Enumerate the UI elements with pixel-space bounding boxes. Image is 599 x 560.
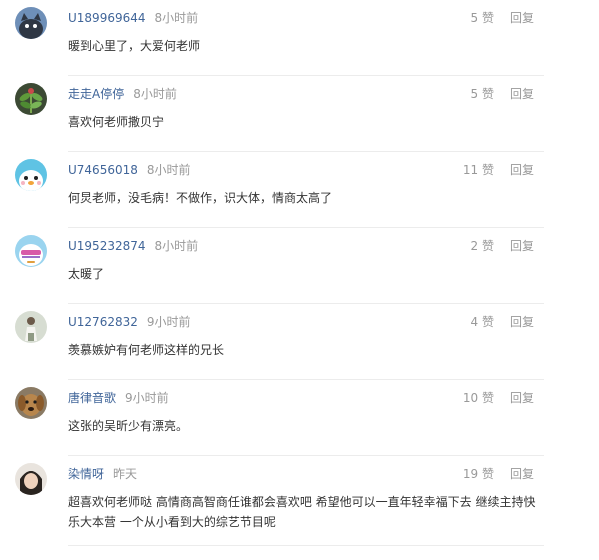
- comment-item: U12762832 9小时前 4 赞 回复 羡慕嫉妒有何老师这样的兄长: [0, 304, 599, 380]
- reply-button[interactable]: 回复: [510, 10, 534, 26]
- like-button[interactable]: 19 赞: [463, 466, 494, 482]
- like-button[interactable]: 5 赞: [471, 86, 494, 102]
- comment-meta: 唐律音歌 9小时前: [68, 390, 169, 406]
- like-button[interactable]: 11 赞: [463, 162, 494, 178]
- like-button[interactable]: 5 赞: [471, 10, 494, 26]
- girl-photo-avatar-icon[interactable]: [15, 463, 47, 495]
- comment-text: 羡慕嫉妒有何老师这样的兄长: [68, 343, 225, 357]
- comment-text: 喜欢何老师撒贝宁: [68, 115, 165, 129]
- comment-text: 太暖了: [68, 267, 105, 281]
- comment-time: 9小时前: [146, 315, 191, 329]
- like-button[interactable]: 10 赞: [463, 390, 494, 406]
- username-link[interactable]: U189969644: [68, 11, 146, 25]
- cat-avatar-icon[interactable]: [15, 7, 47, 39]
- comment-time: 昨天: [113, 467, 138, 481]
- username-link[interactable]: U12762832: [68, 315, 138, 329]
- comment-time: 8小时前: [133, 87, 177, 101]
- comment-text: 超喜欢何老师哒 高情商高智商任谁都会喜欢吧 希望他可以一直年轻幸福下去 继续主持…: [68, 495, 536, 529]
- comment-item: 走走A停停 8小时前 5 赞 回复 喜欢何老师撒贝宁: [0, 76, 599, 152]
- plant-photo-avatar-icon[interactable]: [15, 83, 47, 115]
- reply-button[interactable]: 回复: [510, 162, 534, 178]
- comment-meta: U12762832 9小时前: [68, 314, 191, 330]
- comment-item: U189969644 8小时前 5 赞 回复 暖到心里了，大爱何老师: [0, 0, 599, 76]
- comment-time: 8小时前: [146, 163, 191, 177]
- like-button[interactable]: 4 赞: [471, 314, 494, 330]
- comment-item: 唐律音歌 9小时前 10 赞 回复 这张的吴昕少有漂亮。: [0, 380, 599, 456]
- comment-meta: U195232874 8小时前: [68, 238, 198, 254]
- comment-time: 9小时前: [125, 391, 169, 405]
- reply-button[interactable]: 回复: [510, 86, 534, 102]
- username-link[interactable]: 染情呀: [68, 467, 104, 481]
- username-link[interactable]: 走走A停停: [68, 87, 124, 101]
- comment-item: U195232874 8小时前 2 赞 回复 太暖了: [0, 228, 599, 304]
- username-link[interactable]: U74656018: [68, 163, 138, 177]
- comment-meta: U74656018 8小时前: [68, 162, 191, 178]
- reply-button[interactable]: 回复: [510, 466, 534, 482]
- penguin-avatar-icon[interactable]: [15, 159, 47, 191]
- comment-text: 这张的吴昕少有漂亮。: [68, 419, 189, 433]
- comment-time: 8小时前: [154, 11, 199, 25]
- username-link[interactable]: 唐律音歌: [68, 391, 116, 405]
- dog-photo-avatar-icon[interactable]: [15, 387, 47, 419]
- comment-meta: 走走A停停 8小时前: [68, 86, 177, 102]
- reply-button[interactable]: 回复: [510, 390, 534, 406]
- comment-item: 染情呀 昨天 19 赞 回复 超喜欢何老师哒 高情商高智商任谁都会喜欢吧 希望他可…: [0, 456, 599, 546]
- sunglasses-avatar-icon[interactable]: [15, 235, 47, 267]
- reply-button[interactable]: 回复: [510, 238, 534, 254]
- person-photo-avatar-icon[interactable]: [15, 311, 47, 343]
- comment-time: 8小时前: [154, 239, 199, 253]
- comment-meta: U189969644 8小时前: [68, 10, 198, 26]
- comment-meta: 染情呀 昨天: [68, 466, 137, 482]
- reply-button[interactable]: 回复: [510, 314, 534, 330]
- like-button[interactable]: 2 赞: [471, 238, 494, 254]
- comment-item: U74656018 8小时前 11 赞 回复 何炅老师，没毛病！不做作，识大体，情…: [0, 152, 599, 228]
- comment-text: 暖到心里了，大爱何老师: [68, 39, 201, 53]
- username-link[interactable]: U195232874: [68, 239, 146, 253]
- comment-text: 何炅老师，没毛病！不做作，识大体，情商太高了: [68, 191, 333, 205]
